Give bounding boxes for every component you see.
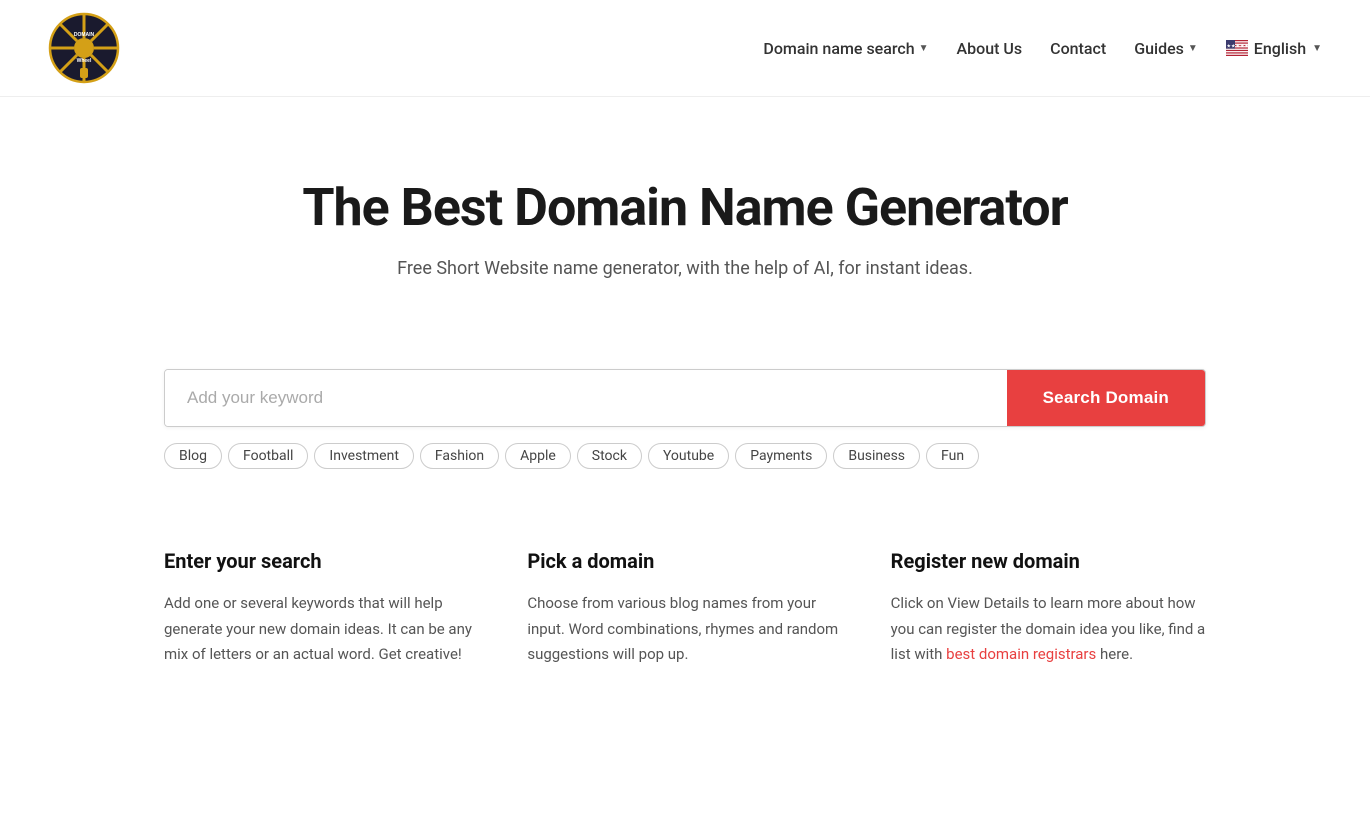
tag-item[interactable]: Apple — [505, 443, 571, 469]
language-label: English — [1254, 39, 1306, 58]
main-nav: Domain name search ▼ About Us Contact Gu… — [763, 39, 1322, 58]
feature-title: Enter your search — [164, 549, 479, 573]
tag-item[interactable]: Stock — [577, 443, 642, 469]
tag-item[interactable]: Investment — [314, 443, 413, 469]
hero-title: The Best Domain Name Generator — [24, 177, 1346, 238]
nav-guides[interactable]: Guides ▼ — [1134, 39, 1198, 58]
tag-item[interactable]: Blog — [164, 443, 222, 469]
feature-body: Choose from various blog names from your… — [527, 591, 842, 668]
registrars-link[interactable]: best domain registrars — [946, 645, 1096, 663]
nav-domain-search-link[interactable]: Domain name search — [763, 39, 914, 58]
tag-item[interactable]: Payments — [735, 443, 827, 469]
nav-about[interactable]: About Us — [957, 39, 1023, 58]
tag-item[interactable]: Fashion — [420, 443, 499, 469]
search-input[interactable] — [165, 370, 1007, 426]
search-wrapper: Search Domain — [140, 369, 1230, 427]
search-button[interactable]: Search Domain — [1007, 370, 1205, 426]
features-section: Enter your search Add one or several keyw… — [140, 549, 1230, 748]
feature-body: Click on View Details to learn more abou… — [891, 591, 1206, 668]
tag-row: BlogFootballInvestment FashionAppleStockY… — [140, 443, 1230, 469]
logo-area[interactable]: DOMAIN Wheel — [48, 12, 120, 84]
chevron-down-icon-lang: ▼ — [1312, 43, 1322, 54]
site-header: DOMAIN Wheel Domain name search ▼ About … — [0, 0, 1370, 97]
svg-text:Wheel: Wheel — [77, 58, 92, 64]
feature-block-enter-search: Enter your search Add one or several keyw… — [164, 549, 479, 668]
chevron-down-icon: ▼ — [919, 43, 929, 54]
us-flag-icon: ★★★★★★ — [1226, 40, 1248, 56]
nav-domain-search[interactable]: Domain name search ▼ — [763, 39, 928, 58]
feature-block-pick-domain: Pick a domain Choose from various blog na… — [527, 549, 842, 668]
svg-text:DOMAIN: DOMAIN — [74, 32, 95, 38]
hero-subtitle: Free Short Website name generator, with … — [24, 258, 1346, 279]
feature-title: Pick a domain — [527, 549, 842, 573]
feature-body: Add one or several keywords that will he… — [164, 591, 479, 668]
tag-item[interactable]: Business — [833, 443, 920, 469]
feature-title: Register new domain — [891, 549, 1206, 573]
search-box: Search Domain — [164, 369, 1206, 427]
chevron-down-icon-guides: ▼ — [1188, 43, 1198, 54]
nav-guides-link[interactable]: Guides — [1134, 39, 1184, 58]
tag-item[interactable]: Youtube — [648, 443, 729, 469]
tag-item[interactable]: Football — [228, 443, 308, 469]
language-selector[interactable]: ★★★★★★ English ▼ — [1226, 39, 1322, 58]
svg-text:★★★★★★: ★★★★★★ — [1226, 44, 1248, 50]
nav-contact[interactable]: Contact — [1050, 39, 1106, 58]
hero-section: The Best Domain Name Generator Free Shor… — [0, 97, 1370, 369]
logo-icon: DOMAIN Wheel — [48, 12, 120, 84]
feature-block-register-domain: Register new domain Click on View Details… — [891, 549, 1206, 668]
tag-item[interactable]: Fun — [926, 443, 979, 469]
